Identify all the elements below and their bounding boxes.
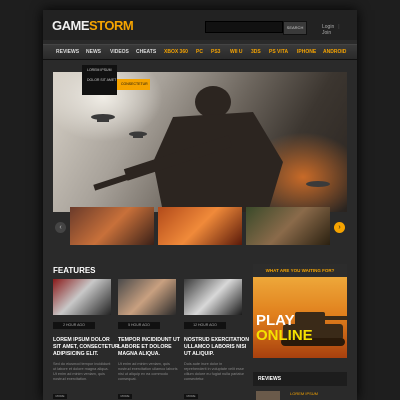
slider-thumb-2[interactable] (158, 207, 242, 245)
nav-item-ps3[interactable]: PS3 (211, 45, 220, 59)
feature-title-2[interactable]: TEMPOR INCIDIDUNT UT LABORE ET DOLORE MA… (118, 337, 184, 358)
feature-more-button[interactable]: MORE (53, 394, 67, 399)
feature-time-badge: 12 HOUR AGO (184, 322, 226, 329)
slider-prev-arrow-icon[interactable]: ‹ (55, 222, 66, 233)
reviews-heading: REVIEWS (253, 372, 347, 386)
feature-image-3[interactable] (184, 279, 242, 315)
nav-item-iphone[interactable]: IPHONE (297, 45, 316, 59)
nav-item-android[interactable]: ANDROID (323, 45, 346, 59)
feature-image-1[interactable] (53, 279, 111, 315)
feature-body-2: Ut enim ad minim veniam, quis nostrud ex… (118, 362, 178, 381)
review-title[interactable]: LOREM IPSUM (290, 391, 318, 396)
dropdown-item-1[interactable]: LOREM IPSUM (82, 65, 117, 75)
nav-item-pc[interactable]: PC (196, 45, 203, 59)
header-divider: | (338, 24, 340, 30)
nav-item-xbox360[interactable]: XBOX 360 (164, 45, 188, 59)
feature-body-3: Duis aute irure dolor in reprehenderit i… (184, 362, 244, 381)
search-button[interactable]: SEARCH (283, 21, 307, 35)
dropdown-item-3[interactable]: CONSECTETUR (117, 79, 150, 90)
slider-thumb-1[interactable] (70, 207, 154, 245)
nav-item-3ds[interactable]: 3DS (251, 45, 261, 59)
nav-item-videos[interactable]: VIDEOS (110, 45, 129, 59)
nav-item-psvita[interactable]: PS VITA (269, 45, 288, 59)
ad-online-text: ONLINE (256, 327, 313, 344)
features-heading: FEATURES (53, 266, 96, 275)
feature-image-2[interactable] (118, 279, 176, 315)
logo-part-game: GAME (52, 18, 90, 33)
feature-more-button[interactable]: MORE (118, 394, 132, 399)
logo-part-storm: STORM (89, 18, 134, 33)
feature-title-3[interactable]: NOSTRUD EXERCITATION ULLAMCO LABORIS NIS… (184, 337, 250, 358)
slider-thumb-3[interactable] (246, 207, 330, 245)
main-nav: REVIEWS NEWS VIDEOS CHEATS XBOX 360 PC P… (43, 44, 357, 60)
site-header: GAMESTORM SEARCH Login | Join (43, 10, 357, 40)
review-thumb[interactable] (256, 391, 280, 400)
header-links: Login | Join (322, 24, 357, 36)
dropdown-item-2[interactable]: DOLOR SIT AMET (82, 75, 117, 85)
join-link[interactable]: Join (322, 30, 331, 36)
site-logo[interactable]: GAMESTORM (52, 18, 134, 33)
nav-item-news[interactable]: NEWS (86, 45, 101, 59)
search-input[interactable] (205, 21, 283, 33)
feature-time-badge: 5 HOUR AGO (118, 322, 160, 329)
feature-time-badge: 2 HOUR AGO (53, 322, 95, 329)
feature-more-button[interactable]: MORE (184, 394, 198, 399)
slider-next-arrow-icon[interactable]: › (334, 222, 345, 233)
news-dropdown-menu: LOREM IPSUM DOLOR SIT AMET (82, 65, 117, 95)
nav-item-cheats[interactable]: CHEATS (136, 45, 156, 59)
nav-item-wiiu[interactable]: WII U (230, 45, 243, 59)
nav-item-reviews[interactable]: REVIEWS (56, 45, 79, 59)
feature-body-1: Sed do eiusmod tempor incididunt ut labo… (53, 362, 111, 381)
feature-title-1[interactable]: LOREM IPSUM DOLOR SIT AMET, CONSECTETUR … (53, 337, 119, 358)
ad-play-text: PLAY (256, 312, 295, 329)
play-online-ad[interactable]: WHAT ARE YOU WAITING FOR? PLAY ONLINE (253, 264, 347, 358)
